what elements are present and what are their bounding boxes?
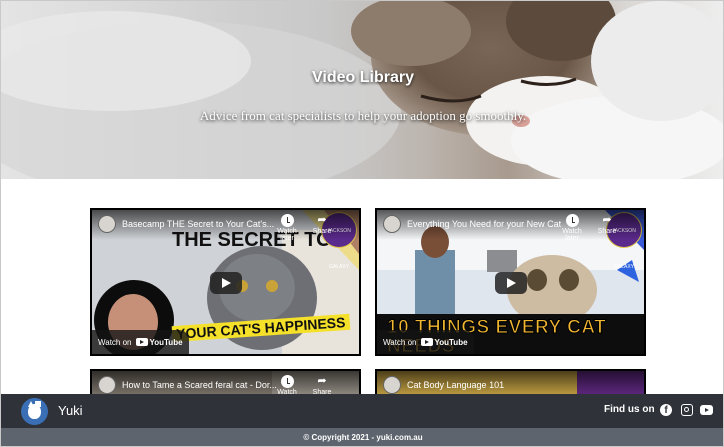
cat-logo-icon[interactable] (21, 398, 48, 425)
share-icon: ➦ (602, 214, 612, 226)
watch-later-button[interactable]: Watch later (270, 214, 304, 242)
youtube-logo-icon: YouTube (420, 338, 468, 347)
share-icon: ➦ (317, 375, 327, 387)
share-button[interactable]: ➦ Share (307, 214, 337, 235)
watch-later-button[interactable]: Watch later (555, 214, 589, 242)
play-button[interactable] (495, 272, 527, 294)
instagram-icon[interactable] (681, 404, 693, 416)
share-icon: ➦ (317, 214, 327, 226)
page: Video Library Advice from cat specialist… (0, 0, 724, 447)
brand-name[interactable]: Yuki (58, 403, 83, 418)
page-subtitle: Advice from cat specialists to help your… (199, 108, 527, 123)
channel-avatar[interactable] (98, 376, 116, 394)
play-button[interactable] (210, 272, 242, 294)
video-embed[interactable]: THE SECRET TO YOUR CAT'S HAPPINESS JACKS… (90, 208, 361, 356)
video-title[interactable]: How to Tame a Scared feral cat - Dor... (122, 380, 282, 390)
hero-banner: Video Library Advice from cat specialist… (1, 1, 723, 179)
channel-avatar[interactable] (98, 215, 116, 233)
find-us-label: Find us on (604, 404, 655, 415)
youtube-icon[interactable] (700, 405, 713, 415)
channel-avatar[interactable] (383, 376, 401, 394)
share-button[interactable]: ➦ Share (592, 214, 622, 235)
youtube-logo-icon: YouTube (135, 338, 183, 347)
video-embed[interactable]: 10 THINGS EVERY CAT NEEDS JACKSON GALAXY… (375, 208, 646, 356)
clock-icon (565, 214, 579, 227)
watch-on-youtube-link[interactable]: Watch on YouTube (92, 330, 189, 354)
copyright-text: © Copyright 2021 - yuki.com.au (303, 433, 423, 442)
clock-icon (280, 375, 294, 388)
video-title[interactable]: Basecamp THE Secret to Your Cat's... (122, 219, 282, 229)
video-title[interactable]: Cat Body Language 101 (407, 380, 567, 390)
channel-avatar[interactable] (383, 215, 401, 233)
facebook-icon[interactable]: f (660, 404, 672, 416)
video-title[interactable]: Everything You Need for your New Cat (407, 219, 567, 229)
hero-cat-image (1, 1, 723, 179)
watch-on-youtube-link[interactable]: Watch on YouTube (377, 330, 474, 354)
share-button[interactable]: ➦ Share (307, 375, 337, 396)
page-title: Video Library (312, 69, 414, 86)
clock-icon (280, 214, 294, 227)
